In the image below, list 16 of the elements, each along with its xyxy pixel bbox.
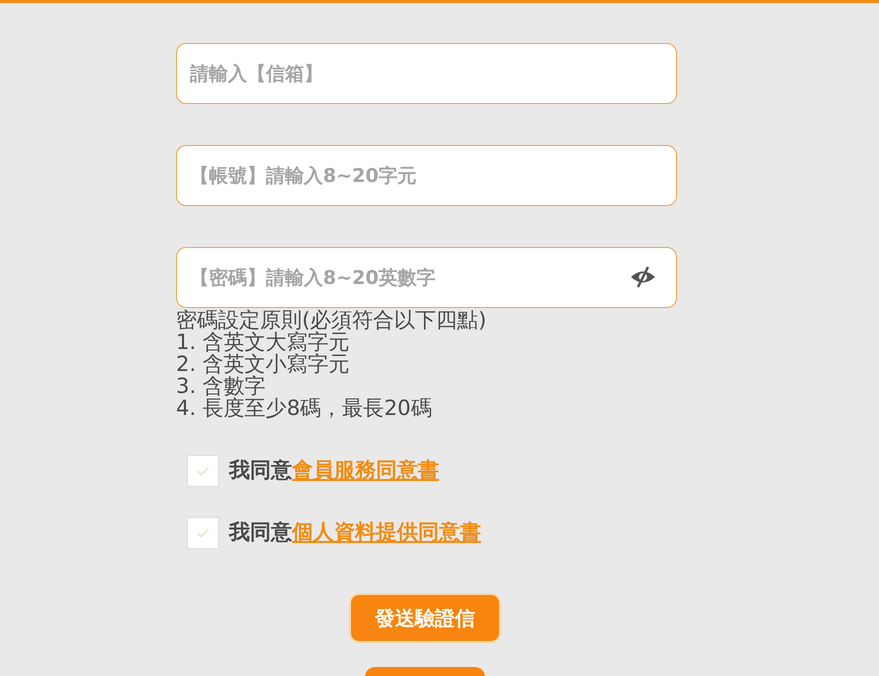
input-field[interactable]: 【帳號】請輸入8~20字元 <box>176 145 677 206</box>
input-field[interactable]: 請輸入【信箱】 <box>176 43 677 104</box>
send-verification-button[interactable]: 發送驗證信 <box>349 593 501 643</box>
eye-slash-icon[interactable] <box>629 265 657 289</box>
agreement-link[interactable]: 個人資料提供同意書 <box>292 517 481 549</box>
checkbox[interactable] <box>187 455 219 487</box>
checkbox[interactable] <box>187 517 219 549</box>
agree-label: 我同意 <box>229 457 292 484</box>
rule-text: 3. 含數字 <box>176 375 266 397</box>
rule-text: 密碼設定原則(必須符合以下四點) <box>176 309 488 331</box>
rule-text: 1. 含英文大寫字元 <box>176 331 350 353</box>
agree-label: 我同意 <box>229 519 292 546</box>
password-field[interactable]: 【密碼】請輸入8~20英數字 <box>176 247 677 308</box>
agreement-link[interactable]: 會員服務同意書 <box>292 455 439 487</box>
rule-text: 2. 含英文小寫字元 <box>176 353 351 375</box>
rule-text: 4. 長度至少8碼，最長20碼 <box>176 397 433 419</box>
